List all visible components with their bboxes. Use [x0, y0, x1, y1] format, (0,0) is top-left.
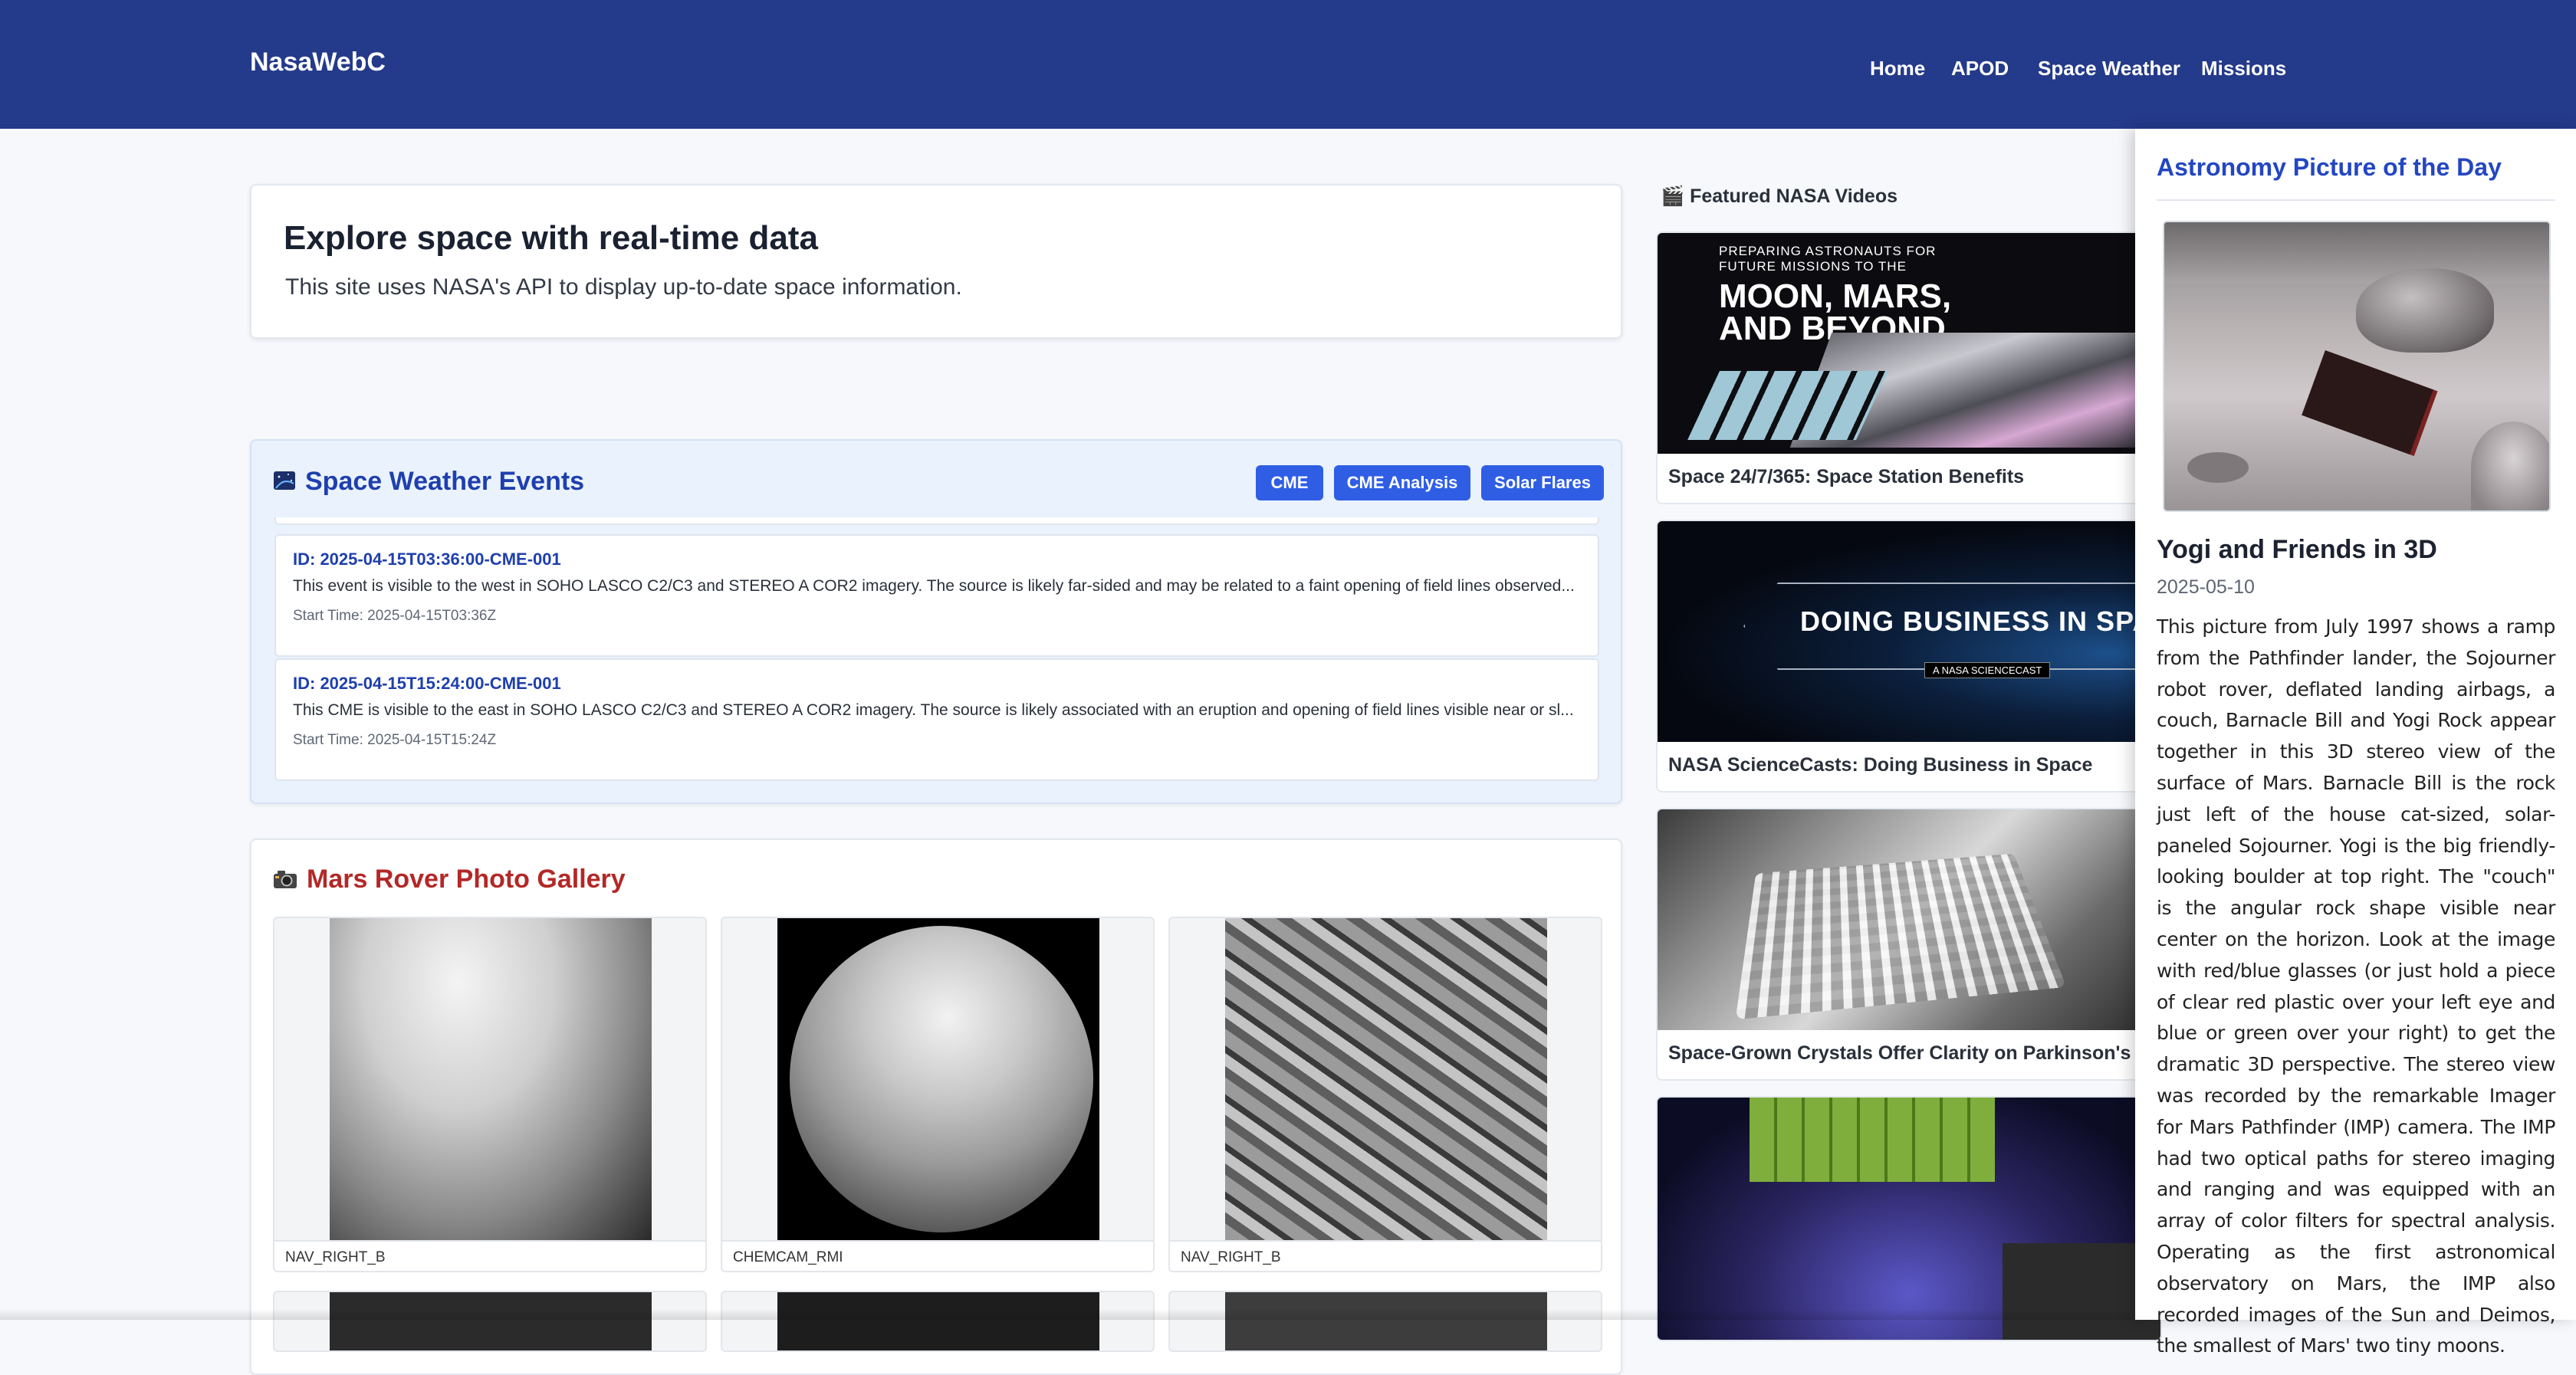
- rover-camera-name: CHEMCAM_RMI: [722, 1240, 1153, 1272]
- video-title[interactable]: Space-Grown Crystals Offer Clarity on Pa…: [1668, 1042, 2162, 1065]
- rover-photo[interactable]: [777, 918, 1099, 1240]
- video-title[interactable]: NASA ScienceCasts: Doing Business in Spa…: [1668, 754, 2092, 776]
- video-title[interactable]: Space 24/7/365: Space Station Benefits: [1668, 466, 2024, 488]
- solar-flares-button[interactable]: Solar Flares: [1481, 465, 1604, 500]
- space-weather-section: Space Weather Events CME CME Analysis So…: [250, 439, 1622, 804]
- nav-apod[interactable]: APOD: [1951, 57, 2009, 80]
- thumb-text: A NASA SCIENCECAST: [1924, 662, 2050, 678]
- nav-home[interactable]: Home: [1870, 57, 1925, 80]
- thumb-text: DOING BUSINESS IN SPA: [1800, 605, 2153, 638]
- event-description: This event is visible to the west in SOH…: [293, 577, 1581, 596]
- video-card[interactable]: [1656, 1096, 2162, 1341]
- mars-gallery-title-text: Mars Rover Photo Gallery: [307, 865, 626, 894]
- video-card[interactable]: Space-Grown Crystals Offer Clarity on Pa…: [1656, 808, 2162, 1081]
- space-image-icon: [273, 468, 296, 498]
- intro-card: Explore space with real-time data This s…: [250, 184, 1622, 339]
- event-start-time: Start Time: 2025-04-15T15:24Z: [293, 732, 496, 749]
- nav-space-weather[interactable]: Space Weather: [2038, 57, 2180, 80]
- apod-title: Yogi and Friends in 3D: [2157, 535, 2437, 565]
- video-thumbnail[interactable]: DOING BUSINESS IN SPA A NASA SCIENCECAST: [1658, 521, 2160, 742]
- thumb-text: FUTURE MISSIONS TO THE: [1719, 259, 1907, 274]
- event-card[interactable]: ID: 2025-04-15T15:24:00-CME-001 This CME…: [274, 658, 1599, 781]
- intro-subtitle: This site uses NASA's API to display up-…: [285, 274, 962, 300]
- camera-icon: [273, 866, 297, 896]
- divider: [2157, 199, 2555, 201]
- clapperboard-icon: 🎬: [1661, 185, 1684, 207]
- event-start-time: Start Time: 2025-04-15T03:36Z: [293, 608, 496, 625]
- bottom-shadow: [0, 1309, 2135, 1320]
- mars-gallery-title: Mars Rover Photo Gallery: [273, 865, 626, 896]
- rover-photo-card[interactable]: CHEMCAM_RMI: [721, 917, 1155, 1272]
- apod-heading: Astronomy Picture of the Day: [2157, 153, 2502, 182]
- cme-analysis-button[interactable]: CME Analysis: [1334, 465, 1470, 500]
- rover-photo-card[interactable]: [721, 1291, 1155, 1352]
- video-thumbnail[interactable]: [1658, 1098, 2160, 1341]
- video-thumbnail[interactable]: [1658, 809, 2160, 1030]
- rover-photo[interactable]: [330, 918, 652, 1240]
- event-card-partial: [274, 517, 1599, 525]
- apod-explanation: This picture from July 1997 shows a ramp…: [2157, 612, 2555, 1362]
- rover-camera-name: NAV_RIGHT_B: [274, 1240, 705, 1272]
- rover-photo[interactable]: [1225, 1292, 1547, 1352]
- cme-button[interactable]: CME: [1256, 465, 1323, 500]
- video-card[interactable]: PREPARING ASTRONAUTS FOR FUTURE MISSIONS…: [1656, 231, 2162, 504]
- nav-missions[interactable]: Missions: [2201, 57, 2286, 80]
- space-weather-title-text: Space Weather Events: [305, 467, 584, 496]
- main-nav: Home APOD Space Weather Missions: [1840, 57, 2576, 87]
- rover-photo-card[interactable]: NAV_RIGHT_B: [273, 917, 707, 1272]
- apod-panel: Astronomy Picture of the Day Yogi and Fr…: [2135, 129, 2576, 1320]
- event-id: ID: 2025-04-15T15:24:00-CME-001: [293, 674, 561, 694]
- event-id: ID: 2025-04-15T03:36:00-CME-001: [293, 550, 561, 569]
- rover-photo-card[interactable]: NAV_RIGHT_B: [1168, 917, 1602, 1272]
- apod-date: 2025-05-10: [2157, 576, 2255, 599]
- top-navbar: NasaWebC Home APOD Space Weather Mission…: [0, 0, 2576, 129]
- rover-photo[interactable]: [1225, 918, 1547, 1240]
- rover-photo[interactable]: [330, 1292, 652, 1352]
- brand-logo[interactable]: NasaWebC: [250, 48, 386, 77]
- apod-image[interactable]: [2163, 221, 2551, 512]
- featured-videos-title: 🎬 Featured NASA Videos: [1661, 185, 1898, 208]
- video-card[interactable]: DOING BUSINESS IN SPA A NASA SCIENCECAST…: [1656, 520, 2162, 793]
- rover-photo[interactable]: [777, 1292, 1099, 1352]
- mars-gallery-section: Mars Rover Photo Gallery NAV_RIGHT_B CHE…: [250, 838, 1622, 1375]
- space-weather-title: Space Weather Events: [273, 467, 584, 498]
- featured-videos-title-text: Featured NASA Videos: [1690, 185, 1898, 207]
- rover-camera-name: NAV_RIGHT_B: [1170, 1240, 1601, 1272]
- video-thumbnail[interactable]: PREPARING ASTRONAUTS FOR FUTURE MISSIONS…: [1658, 233, 2160, 454]
- intro-title: Explore space with real-time data: [284, 219, 818, 258]
- rover-photo-card[interactable]: [273, 1291, 707, 1352]
- event-description: This CME is visible to the east in SOHO …: [293, 701, 1581, 720]
- event-card[interactable]: ID: 2025-04-15T03:36:00-CME-001 This eve…: [274, 534, 1599, 657]
- thumb-text: PREPARING ASTRONAUTS FOR: [1719, 244, 1936, 259]
- rover-photo-card[interactable]: [1168, 1291, 1602, 1352]
